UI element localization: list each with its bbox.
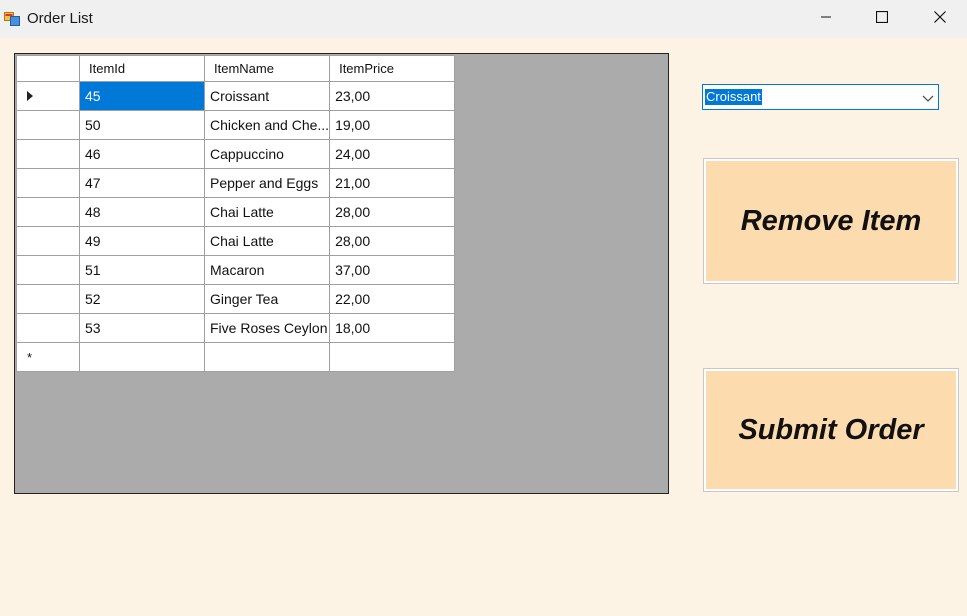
cell-itemprice[interactable]: 37,00 (329, 255, 456, 285)
cell-itemid[interactable]: 51 (79, 255, 205, 285)
cell-itemname[interactable]: Cappuccino (203, 139, 331, 169)
cell-itemname[interactable]: Chai Latte (203, 226, 331, 256)
row-header[interactable] (16, 313, 80, 343)
new-cell-itemid[interactable] (79, 342, 205, 372)
row-pointer-icon (26, 88, 34, 104)
cell-itemprice[interactable]: 24,00 (329, 139, 456, 169)
minimize-button[interactable] (797, 0, 855, 38)
cell-itemname[interactable]: Chai Latte (203, 197, 331, 227)
maximize-button[interactable] (853, 0, 911, 38)
cell-itemname[interactable]: Chicken and Che... (203, 110, 331, 140)
table-row[interactable]: 48 Chai Latte 28,00 (16, 197, 456, 227)
title-bar: Order List (0, 0, 967, 38)
form-icon (4, 11, 20, 27)
cell-itemprice[interactable]: 19,00 (329, 110, 456, 140)
header-row: ItemId ItemName ItemPrice (16, 55, 456, 82)
close-button[interactable] (911, 0, 967, 38)
submit-order-button[interactable]: Submit Order (703, 368, 959, 492)
table-row[interactable]: 53 Five Roses Ceylon 18,00 (16, 313, 456, 343)
row-header[interactable] (16, 197, 80, 227)
table-row[interactable]: 49 Chai Latte 28,00 (16, 226, 456, 256)
table-row[interactable]: 46 Cappuccino 24,00 (16, 139, 456, 169)
cell-itemname[interactable]: Five Roses Ceylon (203, 313, 331, 343)
table-row[interactable]: 45 Croissant 23,00 (16, 81, 456, 111)
new-row-marker[interactable]: * (16, 342, 80, 372)
row-header[interactable] (16, 226, 80, 256)
close-icon (934, 10, 946, 28)
chevron-down-icon[interactable] (922, 91, 934, 109)
cell-itemid[interactable]: 53 (79, 313, 205, 343)
row-header[interactable] (16, 255, 80, 285)
new-cell-itemprice[interactable] (329, 342, 456, 372)
cell-itemid[interactable]: 48 (79, 197, 205, 227)
cell-itemid[interactable]: 52 (79, 284, 205, 314)
cell-itemprice[interactable]: 22,00 (329, 284, 456, 314)
order-table: ItemId ItemName ItemPrice 45 Croissant 2… (16, 55, 456, 372)
cell-itemname[interactable]: Ginger Tea (203, 284, 331, 314)
maximize-icon (875, 10, 889, 28)
cell-itemid[interactable]: 46 (79, 139, 205, 169)
cell-itemid[interactable]: 49 (79, 226, 205, 256)
cell-itemprice[interactable]: 18,00 (329, 313, 456, 343)
cell-itemprice[interactable]: 28,00 (329, 226, 456, 256)
table-row[interactable]: 47 Pepper and Eggs 21,00 (16, 168, 456, 198)
order-data-grid[interactable]: ItemId ItemName ItemPrice 45 Croissant 2… (14, 53, 669, 494)
new-row[interactable]: * (16, 342, 456, 372)
new-cell-itemname[interactable] (203, 342, 331, 372)
item-select-value: Croissant (705, 89, 762, 105)
item-select-combobox[interactable]: Croissant (702, 84, 939, 110)
table-row[interactable]: 51 Macaron 37,00 (16, 255, 456, 285)
cell-itemname[interactable]: Pepper and Eggs (203, 168, 331, 198)
column-header-itemname[interactable]: ItemName (203, 55, 331, 82)
corner-header[interactable] (16, 55, 80, 82)
cell-itemid[interactable]: 50 (79, 110, 205, 140)
row-header[interactable] (16, 139, 80, 169)
minimize-icon (820, 10, 832, 28)
window-title: Order List (27, 10, 93, 27)
column-header-itemid[interactable]: ItemId (79, 55, 205, 82)
table-row[interactable]: 52 Ginger Tea 22,00 (16, 284, 456, 314)
column-header-itemprice[interactable]: ItemPrice (329, 55, 456, 82)
cell-itemname[interactable]: Croissant (203, 81, 331, 111)
table-row[interactable]: 50 Chicken and Che... 19,00 (16, 110, 456, 140)
cell-itemprice[interactable]: 28,00 (329, 197, 456, 227)
remove-item-button[interactable]: Remove Item (703, 158, 959, 284)
cell-itemid[interactable]: 45 (79, 81, 205, 111)
cell-itemprice[interactable]: 23,00 (329, 81, 456, 111)
row-header[interactable] (16, 168, 80, 198)
row-header[interactable] (16, 110, 80, 140)
row-header[interactable] (16, 284, 80, 314)
row-header[interactable] (16, 81, 80, 111)
cell-itemname[interactable]: Macaron (203, 255, 331, 285)
cell-itemprice[interactable]: 21,00 (329, 168, 456, 198)
cell-itemid[interactable]: 47 (79, 168, 205, 198)
